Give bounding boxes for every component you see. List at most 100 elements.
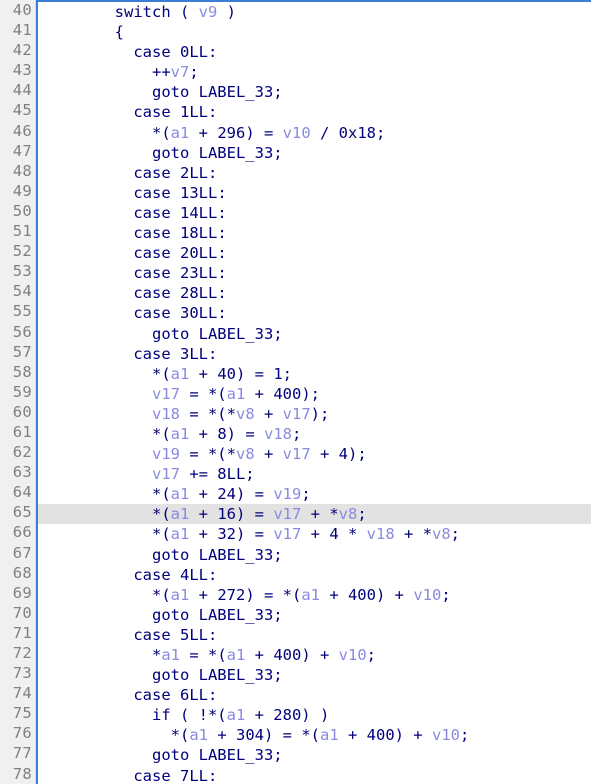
code-token-variable[interactable]: a1: [227, 385, 246, 403]
code-line[interactable]: *a1 = *(a1 + 400) + v10;: [38, 645, 591, 665]
line-number[interactable]: 72: [0, 643, 35, 663]
line-number[interactable]: 46: [0, 121, 35, 141]
code-token-variable[interactable]: v17: [283, 405, 311, 423]
line-number[interactable]: 65: [0, 502, 35, 522]
code-token-variable[interactable]: a1: [171, 365, 190, 383]
code-line[interactable]: goto LABEL_33;: [38, 324, 591, 344]
line-number[interactable]: 74: [0, 683, 35, 703]
line-number[interactable]: 53: [0, 261, 35, 281]
code-token-variable[interactable]: a1: [227, 646, 246, 664]
code-line[interactable]: case 30LL:: [38, 303, 591, 323]
code-editor[interactable]: 40 41 42 43 44 45 46 47 48 49 50 51 52 53 54 55 56 57 58 59…: [0, 0, 591, 784]
code-token-variable[interactable]: a1: [171, 525, 190, 543]
code-line[interactable]: *(a1 + 272) = *(a1 + 400) + v10;: [38, 585, 591, 605]
line-number[interactable]: 61: [0, 422, 35, 442]
line-number[interactable]: 55: [0, 301, 35, 321]
code-token-variable[interactable]: v8: [236, 445, 255, 463]
code-line[interactable]: case 6LL:: [38, 685, 591, 705]
code-token-variable[interactable]: a1: [171, 485, 190, 503]
code-token-variable[interactable]: a1: [189, 726, 208, 744]
line-number[interactable]: 49: [0, 181, 35, 201]
code-line[interactable]: goto LABEL_33;: [38, 545, 591, 565]
code-token-variable[interactable]: v17: [152, 385, 180, 403]
code-token-variable[interactable]: a1: [301, 586, 320, 604]
code-line[interactable]: case 20LL:: [38, 243, 591, 263]
code-line[interactable]: case 14LL:: [38, 203, 591, 223]
code-line[interactable]: ++v7;: [38, 62, 591, 82]
line-number[interactable]: 63: [0, 462, 35, 482]
line-number[interactable]: 48: [0, 161, 35, 181]
line-number[interactable]: 64: [0, 482, 35, 502]
code-token-variable[interactable]: v17: [273, 525, 301, 543]
code-line[interactable]: case 7LL:: [38, 766, 591, 784]
line-number[interactable]: 68: [0, 563, 35, 583]
code-token-variable[interactable]: v18: [152, 405, 180, 423]
code-line[interactable]: case 18LL:: [38, 223, 591, 243]
code-line[interactable]: *(a1 + 32) = v17 + 4 * v18 + *v8;: [38, 524, 591, 544]
line-number[interactable]: 60: [0, 402, 35, 422]
code-token-variable[interactable]: v10: [413, 586, 441, 604]
code-line[interactable]: switch ( v9 ): [38, 2, 591, 22]
code-line[interactable]: *(a1 + 40) = 1;: [38, 364, 591, 384]
line-number[interactable]: 44: [0, 80, 35, 100]
line-number[interactable]: 62: [0, 442, 35, 462]
line-number[interactable]: 73: [0, 663, 35, 683]
code-line[interactable]: v17 = *(a1 + 400);: [38, 384, 591, 404]
code-line[interactable]: case 13LL:: [38, 183, 591, 203]
code-line[interactable]: *(a1 + 296) = v10 / 0x18;: [38, 123, 591, 143]
code-token-variable[interactable]: v8: [236, 405, 255, 423]
code-token-variable[interactable]: v10: [432, 726, 460, 744]
code-token-variable[interactable]: a1: [171, 124, 190, 142]
code-token-variable[interactable]: a1: [320, 726, 339, 744]
line-number[interactable]: 42: [0, 40, 35, 60]
line-number[interactable]: 58: [0, 362, 35, 382]
line-number[interactable]: 78: [0, 764, 35, 784]
line-number[interactable]: 50: [0, 201, 35, 221]
line-number[interactable]: 54: [0, 281, 35, 301]
line-number[interactable]: 76: [0, 723, 35, 743]
line-number[interactable]: 40: [0, 0, 35, 20]
code-line[interactable]: goto LABEL_33;: [38, 745, 591, 765]
line-number[interactable]: 43: [0, 60, 35, 80]
code-line[interactable]: {: [38, 22, 591, 42]
code-line[interactable]: v17 += 8LL;: [38, 464, 591, 484]
line-number[interactable]: 67: [0, 543, 35, 563]
code-line[interactable]: case 28LL:: [38, 283, 591, 303]
code-line[interactable]: goto LABEL_33;: [38, 143, 591, 163]
code-token-variable[interactable]: v10: [283, 124, 311, 142]
line-number-gutter[interactable]: 40 41 42 43 44 45 46 47 48 49 50 51 52 53 54 55 56 57 58 59…: [0, 0, 36, 784]
code-token-variable[interactable]: v17: [152, 465, 180, 483]
code-token-variable[interactable]: v17: [273, 505, 301, 523]
code-line[interactable]: case 5LL:: [38, 625, 591, 645]
line-number[interactable]: 47: [0, 141, 35, 161]
line-number[interactable]: 52: [0, 241, 35, 261]
code-token-variable[interactable]: v8: [432, 525, 451, 543]
code-line-highlighted[interactable]: *(a1 + 16) = v17 + *v8;: [38, 504, 591, 525]
code-line[interactable]: *(a1 + 304) = *(a1 + 400) + v10;: [38, 725, 591, 745]
code-token-variable[interactable]: v18: [264, 425, 292, 443]
code-line[interactable]: *(a1 + 24) = v19;: [38, 484, 591, 504]
code-token-variable[interactable]: v19: [152, 445, 180, 463]
line-number[interactable]: 75: [0, 703, 35, 723]
code-line[interactable]: case 1LL:: [38, 102, 591, 122]
code-line[interactable]: case 23LL:: [38, 263, 591, 283]
code-line[interactable]: v18 = *(*v8 + v17);: [38, 404, 591, 424]
code-line[interactable]: goto LABEL_33;: [38, 82, 591, 102]
line-number[interactable]: 51: [0, 221, 35, 241]
line-number[interactable]: 70: [0, 603, 35, 623]
code-line[interactable]: goto LABEL_33;: [38, 605, 591, 625]
code-token-variable[interactable]: v7: [171, 63, 190, 81]
code-line[interactable]: goto LABEL_33;: [38, 665, 591, 685]
code-line[interactable]: if ( !*(a1 + 280) ): [38, 705, 591, 725]
code-token-variable[interactable]: v18: [367, 525, 395, 543]
code-line[interactable]: case 2LL:: [38, 163, 591, 183]
code-token-variable[interactable]: a1: [171, 586, 190, 604]
code-line[interactable]: v19 = *(*v8 + v17 + 4);: [38, 444, 591, 464]
line-number[interactable]: 71: [0, 623, 35, 643]
code-pane[interactable]: switch ( v9 ) { case 0LL: ++v7; goto LAB…: [36, 0, 591, 784]
code-token-variable[interactable]: a1: [171, 425, 190, 443]
line-number[interactable]: 57: [0, 342, 35, 362]
line-number[interactable]: 45: [0, 100, 35, 120]
code-line[interactable]: case 0LL:: [38, 42, 591, 62]
code-token-variable[interactable]: v9: [199, 3, 218, 21]
